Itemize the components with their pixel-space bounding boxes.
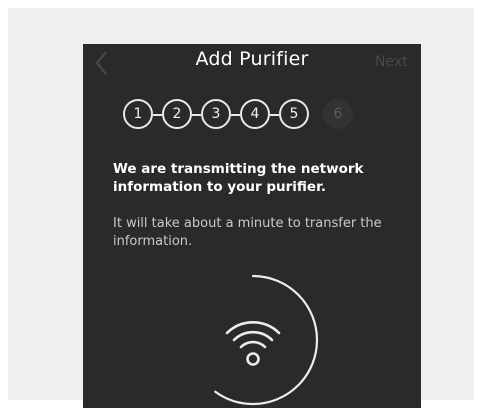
step-4: 4 (240, 99, 270, 129)
step-connector (231, 114, 240, 116)
page-title: Add Purifier (195, 48, 309, 70)
step-connector (270, 114, 279, 116)
step-1: 1 (123, 99, 153, 129)
app-screen: Add Purifier Next 1 2 3 4 5 6 We are tra… (83, 44, 421, 408)
wifi-icon (225, 321, 281, 366)
transfer-progress-ring (187, 274, 319, 406)
step-connector (153, 114, 162, 116)
progress-arc (187, 274, 319, 406)
next-button[interactable]: Next (375, 54, 421, 70)
step-2: 2 (162, 99, 192, 129)
step-indicator: 1 2 3 4 5 6 (123, 99, 383, 133)
step-connector (192, 114, 201, 116)
step-3: 3 (201, 99, 231, 129)
status-headline: We are transmitting the network informat… (113, 161, 364, 195)
status-description: It will take about a minute to transfer … (113, 216, 382, 249)
screenshot-frame: Add Purifier Next 1 2 3 4 5 6 We are tra… (8, 8, 474, 408)
step-5: 5 (279, 99, 309, 129)
step-6-current: 6 (323, 99, 353, 129)
